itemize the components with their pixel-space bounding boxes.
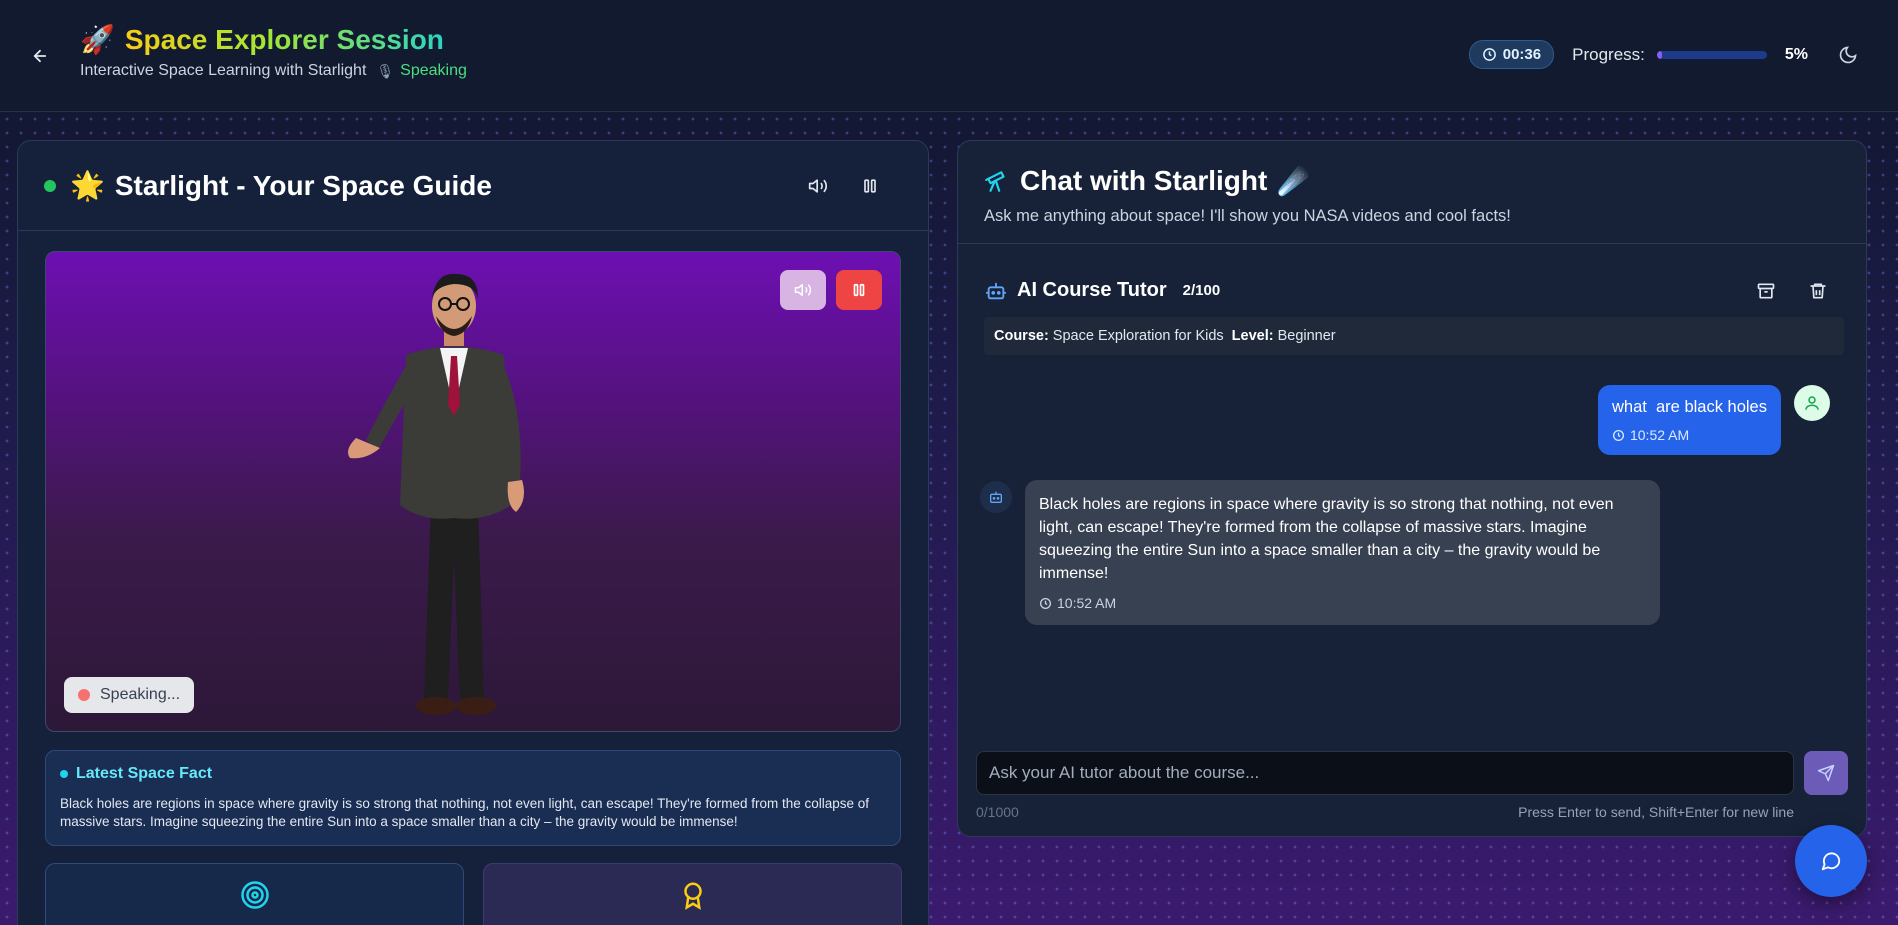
speaking-indicator: Speaking... [64, 677, 195, 713]
assistant-message-text: Black holes are regions in space where g… [1039, 496, 1614, 582]
award-card[interactable] [483, 863, 902, 925]
level-label: Level: [1231, 328, 1274, 344]
pause-icon [853, 283, 865, 297]
volume-icon[interactable] [808, 176, 828, 196]
shooting-star-icon: ☄️ [1277, 165, 1310, 196]
user-avatar [1794, 385, 1830, 421]
fact-dot [60, 770, 68, 778]
header-status: 00:36 Progress: 5% [1468, 40, 1858, 69]
guide-panel: 🌟 Starlight - Your Space Guide Speaking.… [17, 140, 929, 925]
recording-dot [78, 689, 90, 701]
stage-pause-button[interactable] [836, 270, 882, 310]
tutor-header: AI Course Tutor 2/100 [985, 279, 1842, 302]
page-title: Space Explorer Session [124, 24, 444, 55]
progress-bar-fill [1656, 50, 1663, 59]
progress-label: Progress: [1572, 44, 1645, 64]
timer-badge: 00:36 [1468, 40, 1555, 69]
chat-panel: Chat with Starlight ☄️ Ask me anything a… [957, 140, 1867, 837]
rocket-icon: 🚀 [80, 24, 115, 55]
page-subtitle: Interactive Space Learning with Starligh… [80, 62, 367, 79]
clock-icon [1482, 48, 1496, 61]
progress-bar [1656, 50, 1767, 59]
clock-icon [1039, 597, 1052, 609]
guide-title: Starlight - Your Space Guide [114, 169, 492, 201]
message-circle-icon [1821, 852, 1841, 871]
target-card[interactable] [45, 863, 464, 925]
send-icon [1817, 764, 1835, 782]
space-fact-card: Latest Space Fact Black holes are region… [45, 750, 901, 846]
user-icon [1805, 396, 1819, 410]
chat-panel-header: Chat with Starlight ☄️ Ask me anything a… [958, 141, 1866, 244]
assistant-message-time: 10:52 AM [1057, 595, 1117, 611]
course-label: Course: [994, 328, 1049, 344]
archive-icon[interactable] [1756, 281, 1776, 301]
moon-icon[interactable] [1838, 45, 1858, 65]
telescope-icon [985, 171, 1005, 192]
user-message-time: 10:52 AM [1629, 427, 1690, 443]
course-info-bar: Course: Space Exploration for Kids Level… [984, 317, 1844, 355]
chat-fab-button[interactable] [1795, 825, 1867, 897]
online-indicator [44, 179, 56, 192]
user-message-text: what are black holes [1611, 398, 1767, 416]
sun-icon: 🌟 [70, 170, 105, 201]
assistant-message: Black holes are regions in space where g… [1025, 480, 1660, 625]
clock-icon [1612, 429, 1625, 441]
char-count: 0/1000 [976, 804, 1019, 820]
speaking-indicator-text: Speaking... [100, 686, 181, 703]
robot-icon [990, 491, 1002, 503]
course-value: Space Exploration for Kids [1052, 328, 1224, 344]
avatar-figure [348, 273, 524, 715]
send-button[interactable] [1804, 751, 1848, 795]
timer-value: 00:36 [1502, 46, 1542, 63]
stage-volume-button[interactable] [780, 270, 826, 310]
trash-icon[interactable] [1808, 281, 1828, 301]
award-icon [683, 882, 702, 910]
bot-avatar [980, 481, 1012, 513]
avatar-stage: Speaking... [45, 251, 901, 732]
tutor-name: AI Course Tutor [1017, 279, 1167, 301]
title-block: 🚀 Space Explorer Session Interactive Spa… [80, 24, 467, 80]
session-header: 🚀 Space Explorer Session Interactive Spa… [0, 0, 1898, 112]
fact-text: Black holes are regions in space where g… [60, 796, 870, 829]
robot-icon [985, 282, 1007, 299]
user-message: what are black holes 10:52 AM [1597, 385, 1781, 455]
volume-icon [794, 284, 812, 296]
guide-panel-header: 🌟 Starlight - Your Space Guide [18, 141, 928, 231]
fact-title: Latest Space Fact [76, 765, 213, 782]
target-icon [240, 881, 269, 909]
speaking-status: 🎙 Speaking [376, 62, 467, 80]
chat-subtitle: Ask me anything about space! I'll show y… [984, 207, 1511, 225]
progress-value: 5% [1784, 45, 1808, 63]
chat-input[interactable] [976, 751, 1794, 795]
level-value: Beginner [1277, 328, 1336, 344]
chat-title: Chat with Starlight [1020, 165, 1268, 196]
back-arrow-icon[interactable] [26, 42, 54, 70]
microphone-icon: 🎙 [376, 62, 395, 79]
speaking-status-text: Speaking [400, 62, 467, 79]
enter-hint: Press Enter to send, Shift+Enter for new… [1518, 804, 1794, 820]
message-count: 2/100 [1182, 282, 1221, 299]
pause-icon[interactable] [860, 176, 880, 196]
